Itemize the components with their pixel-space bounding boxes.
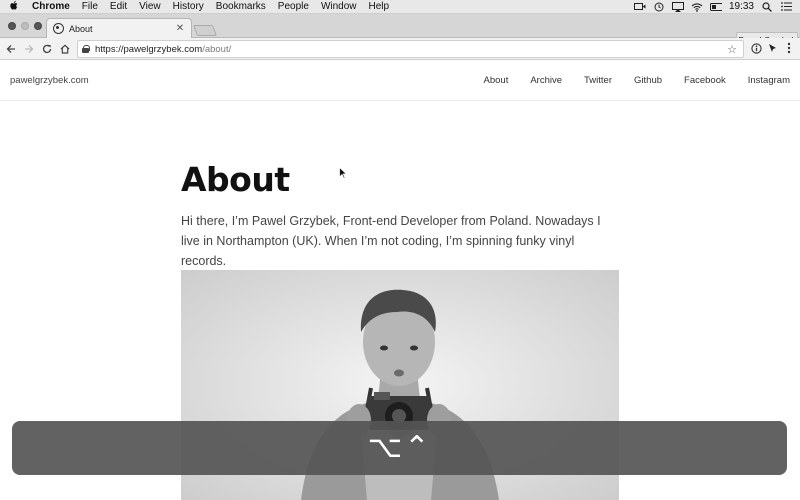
keyboard-shortcut-overlay: ⌥⌃ [12, 421, 787, 475]
search-icon[interactable] [761, 1, 773, 12]
menu-help[interactable]: Help [363, 0, 396, 14]
back-arrow-icon[interactable] [2, 40, 20, 58]
more-menu-icon[interactable] [781, 40, 797, 56]
lock-icon[interactable] [82, 45, 90, 53]
site-brand-link[interactable]: pawelgrzybek.com [10, 75, 89, 86]
menu-bookmarks[interactable]: Bookmarks [210, 0, 272, 14]
menubar-clock[interactable]: 19:33 [729, 0, 754, 14]
picker-extension-icon[interactable] [764, 40, 780, 56]
notification-center-icon[interactable] [780, 2, 792, 12]
timer-icon[interactable] [653, 2, 665, 12]
option-control-keys: ⌥⌃ [367, 430, 432, 465]
window-close-button[interactable] [8, 22, 16, 30]
site-nav: About Archive Twitter Github Facebook In… [462, 75, 790, 86]
intro-paragraph: Hi there, I’m Pawel Grzybek, Front-end D… [181, 214, 601, 268]
menu-edit[interactable]: Edit [104, 0, 133, 14]
menu-bar: Chrome File Edit View History Bookmarks … [0, 0, 800, 14]
wifi-icon[interactable] [691, 2, 703, 12]
nav-link-instagram[interactable]: Instagram [748, 75, 790, 86]
apple-icon[interactable] [0, 0, 26, 14]
battery-icon[interactable] [709, 2, 722, 12]
new-tab-button[interactable] [192, 25, 218, 36]
star-icon[interactable]: ☆ [727, 43, 737, 56]
nav-link-github[interactable]: Github [634, 75, 662, 86]
menu-people[interactable]: People [272, 0, 315, 14]
tab-title: About [69, 23, 93, 34]
tab-about[interactable]: About ✕ [46, 18, 192, 38]
article: About Hi there, I’m Pawel Grzybek, Front… [181, 160, 621, 271]
mouse-cursor-icon [339, 167, 347, 179]
info-extension-icon[interactable] [748, 40, 764, 56]
screen-record-icon[interactable] [633, 2, 646, 12]
page-title: About [181, 160, 290, 199]
menu-window[interactable]: Window [315, 0, 363, 14]
url-path: /about/ [202, 43, 232, 55]
forward-arrow-icon[interactable] [20, 40, 38, 58]
window-minimize-button[interactable] [21, 22, 29, 30]
nav-link-about[interactable]: About [484, 75, 509, 86]
menu-app-chrome[interactable]: Chrome [26, 0, 76, 14]
home-icon[interactable] [56, 40, 74, 58]
url-host: https://pawelgrzybek.com [95, 43, 203, 55]
menu-history[interactable]: History [167, 0, 210, 14]
reload-icon[interactable] [38, 40, 56, 58]
airplay-icon[interactable] [671, 1, 684, 12]
browser-toolbar: https://pawelgrzybek.com/about/ ☆ [0, 38, 800, 60]
menu-file[interactable]: File [76, 0, 104, 14]
nav-link-archive[interactable]: Archive [530, 75, 562, 86]
nav-link-twitter[interactable]: Twitter [584, 75, 612, 86]
menu-view[interactable]: View [133, 0, 167, 14]
favicon-icon [53, 23, 64, 34]
window-zoom-button[interactable] [34, 22, 42, 30]
tab-strip: About ✕ Pawel Grzybek [0, 14, 800, 48]
nav-link-facebook[interactable]: Facebook [684, 75, 726, 86]
tab-close-icon[interactable]: ✕ [175, 23, 185, 34]
address-bar[interactable]: https://pawelgrzybek.com/about/ ☆ [77, 40, 744, 58]
site-header: pawelgrzybek.com About Archive Twitter G… [0, 60, 800, 101]
